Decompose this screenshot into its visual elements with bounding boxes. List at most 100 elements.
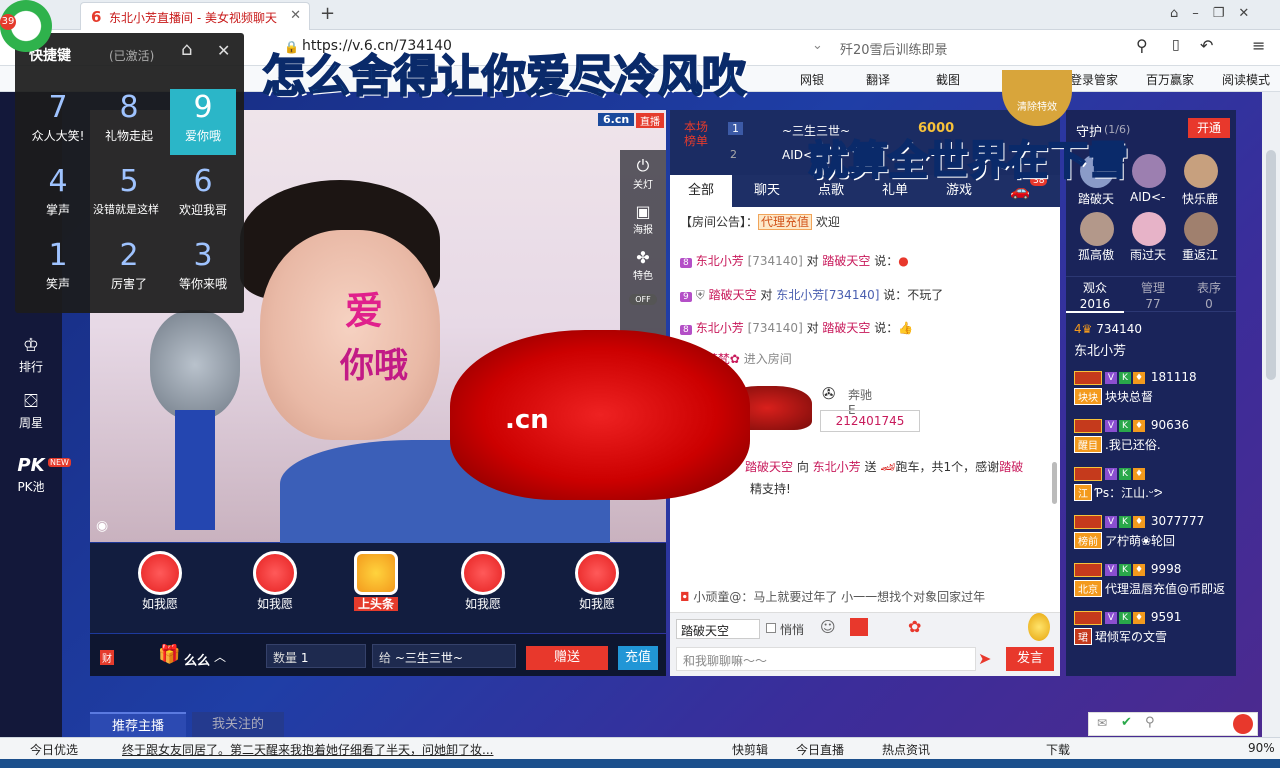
tab-audience[interactable]: 观众 2016	[1066, 277, 1124, 313]
tab-order[interactable]: 表序 0	[1182, 277, 1236, 313]
gift-msg-to[interactable]: 东北小芳	[813, 460, 861, 474]
notification-badge[interactable]: 39	[0, 14, 16, 30]
status-live[interactable]: 今日直播	[796, 741, 844, 758]
poster-button[interactable]: ▣ 海报	[620, 196, 666, 242]
close-window-icon[interactable]: ✕	[1238, 6, 1263, 21]
shortcut-cell-9[interactable]: 9 爱你哦	[170, 89, 236, 155]
search-input[interactable]: 歼20雪后训练即景	[840, 39, 948, 58]
tab-active[interactable]: 6 东北小芳直播间 - 美女视频聊天 ✕	[80, 2, 310, 30]
shortcut-cell-3[interactable]: 3 等你来哦	[170, 237, 236, 303]
guard-avatar[interactable]	[1080, 212, 1114, 246]
guard-avatar[interactable]	[1132, 212, 1166, 246]
scrollbar-thumb[interactable]	[1266, 150, 1276, 380]
new-tab-button[interactable]: +	[320, 3, 335, 24]
search-icon[interactable]: ⚲	[1136, 36, 1148, 55]
fav-item-million[interactable]: 百万赢家	[1146, 71, 1194, 88]
check-icon[interactable]: ✔	[1121, 715, 1132, 730]
fav-item-bank[interactable]: 网银	[800, 71, 824, 88]
search-engine-icon[interactable]: ⌄	[812, 38, 823, 53]
guard-avatar[interactable]	[1184, 212, 1218, 246]
send-message-button[interactable]: 发言	[1006, 647, 1054, 671]
status-left[interactable]: 今日优选	[30, 741, 78, 758]
lights-off-button[interactable]: ⏻ 关灯	[620, 150, 666, 196]
fav-item-screenshot[interactable]: 截图	[936, 71, 960, 88]
guard-name[interactable]: AID<-	[1130, 190, 1165, 204]
feature-button[interactable]: ✤ 特色	[620, 242, 666, 288]
shortcut-cell-2[interactable]: 2 厉害了	[96, 237, 162, 303]
zoom-level[interactable]: 90%	[1248, 741, 1275, 755]
announce-tag[interactable]: 代理充值	[758, 214, 813, 230]
home-icon[interactable]: ⌂	[181, 39, 192, 60]
host-row[interactable]: 4♛ 734140	[1074, 322, 1142, 336]
send-arrow-icon[interactable]: ➤	[978, 649, 991, 668]
gift-msg-name[interactable]: 踏破	[999, 460, 1023, 474]
minimize-icon[interactable]: –	[1192, 6, 1213, 21]
car-id[interactable]: 212401745	[820, 410, 920, 432]
close-icon[interactable]: ✕	[290, 8, 301, 23]
status-hotnews[interactable]: 热点资讯	[882, 741, 930, 758]
fortune-icon[interactable]: 财	[100, 650, 114, 665]
host-name[interactable]: 东北小芳	[1074, 340, 1126, 359]
fav-item-reader[interactable]: 阅读模式	[1222, 71, 1270, 88]
fav-item-login[interactable]: 登录管家	[1070, 71, 1118, 88]
msg-to[interactable]: 踏破天空	[822, 321, 870, 335]
redpacket-icon[interactable]	[850, 618, 868, 636]
audience-row[interactable]: 榜前 ア柠萌❀轮回	[1074, 532, 1175, 549]
chat-target-select[interactable]: 踏破天空	[676, 619, 760, 639]
shortcut-cell-1[interactable]: 1 笑声	[25, 237, 91, 303]
audience-row[interactable]: V K ♦ 3077777	[1074, 514, 1204, 529]
msg-to[interactable]: 东北小芳[734140]	[776, 288, 879, 302]
close-icon[interactable]: ✕	[217, 41, 230, 60]
tab-recommended[interactable]: 推荐主播	[90, 712, 186, 737]
guard-name[interactable]: 孤高傲	[1078, 246, 1114, 263]
shortcut-cell-4[interactable]: 4 掌声	[25, 163, 91, 229]
lucky-icon[interactable]: ✿	[908, 617, 921, 636]
audience-row[interactable]: 北京 代理温唇充值@币即返	[1074, 580, 1225, 597]
emoji-icon[interactable]: ☺	[820, 618, 836, 636]
undo-icon[interactable]: ↶	[1200, 36, 1213, 55]
maximize-icon[interactable]: ❐	[1213, 6, 1239, 21]
audience-row[interactable]: V K ♦	[1074, 466, 1147, 481]
mail-icon[interactable]: ✉	[1097, 716, 1107, 730]
quantity-selector[interactable]: 数量 1	[266, 644, 366, 668]
chevron-up-icon[interactable]: ︿	[214, 648, 226, 665]
guard-name[interactable]: 踏破天	[1078, 190, 1114, 207]
status-quickclip[interactable]: 快剪辑	[732, 741, 768, 758]
skin-icon[interactable]: ⌂	[1170, 6, 1192, 21]
audience-row[interactable]: V K ♦ 9998	[1074, 562, 1181, 577]
gift-name[interactable]: 么么	[184, 650, 210, 669]
tab-all[interactable]: 全部	[670, 175, 732, 207]
shortcut-cell-7[interactable]: 7 众人大笑!	[25, 89, 91, 155]
msg-from[interactable]: 东北小芳	[696, 321, 744, 335]
msg-to[interactable]: 踏破天空	[822, 254, 870, 268]
audience-row[interactable]: V K ♦ 90636	[1074, 418, 1189, 433]
wish-gift-1[interactable]: 如我愿	[120, 551, 200, 621]
wish-gift-4[interactable]: 如我愿	[557, 551, 637, 621]
leftnav-item-rank[interactable]: ♔ 排行	[0, 334, 62, 386]
msg-from[interactable]: 踏破天空	[709, 288, 757, 302]
shortcut-cell-6[interactable]: 6 欢迎我哥	[170, 163, 236, 229]
tab-chat[interactable]: 聊天	[736, 175, 798, 207]
phone-icon[interactable]: ▯	[1172, 37, 1180, 53]
whisper-checkbox[interactable]	[766, 623, 776, 633]
open-guard-button[interactable]: 开通	[1188, 118, 1230, 138]
guard-avatar[interactable]	[1184, 154, 1218, 188]
guard-name[interactable]: 雨过天	[1130, 246, 1166, 263]
menu-icon[interactable]: ≡	[1252, 36, 1265, 55]
wish-gift-2[interactable]: 如我愿	[235, 551, 315, 621]
audience-row[interactable]: 块块 块块总督	[1074, 388, 1153, 405]
status-news[interactable]: 终于跟女友同居了。第二天醒来我抱着她仔细看了半天，问她卸了妆...	[122, 741, 500, 758]
gift-msg-from[interactable]: 踏破天空	[745, 460, 793, 474]
audience-row[interactable]: V K ♦ 181118	[1074, 370, 1197, 385]
tab-admins[interactable]: 管理 77	[1124, 277, 1182, 313]
recharge-button[interactable]: 充值	[618, 646, 658, 670]
search-icon[interactable]: ⚲	[1145, 715, 1155, 730]
msg-from[interactable]: 东北小芳	[696, 254, 744, 268]
guard-name[interactable]: 重返江	[1182, 246, 1218, 263]
guard-name[interactable]: 快乐鹿	[1182, 190, 1218, 207]
leftnav-item-pk[interactable]: PK PK池 NEW	[0, 454, 71, 506]
fav-item-translate[interactable]: 翻译	[866, 71, 890, 88]
wish-gift-3[interactable]: 如我愿	[443, 551, 523, 621]
leftnav-item-weekstar[interactable]: ⛋ 周星	[0, 390, 62, 442]
guard-avatar[interactable]	[1132, 154, 1166, 188]
